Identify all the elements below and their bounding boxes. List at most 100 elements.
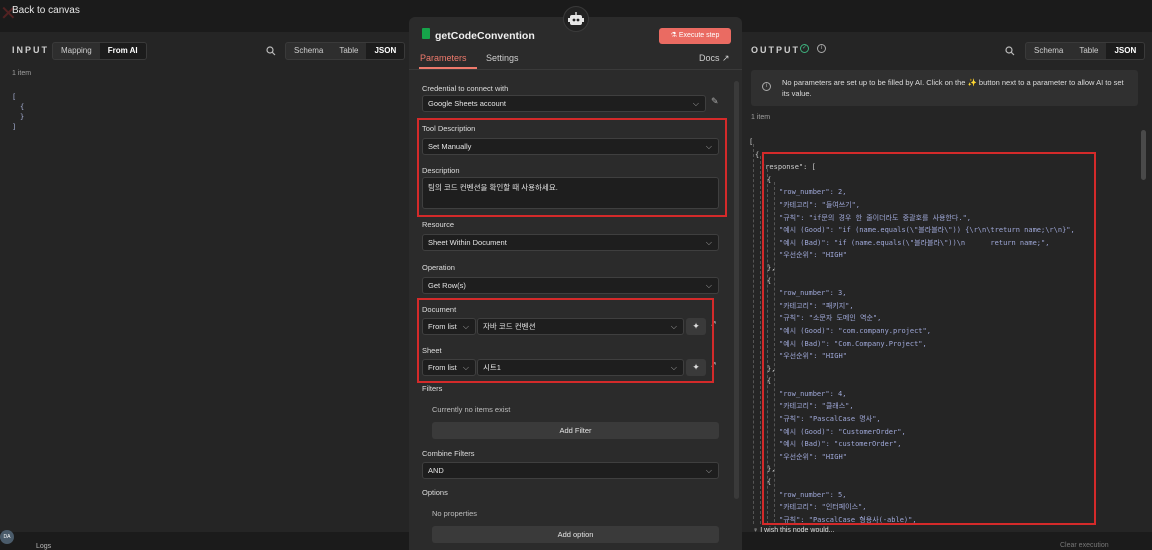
json-line: "response": [ [761,163,816,172]
output-title: OUTPUT [751,45,800,55]
operation-label: Operation [422,263,455,272]
credential-select[interactable]: Google Sheets account ⌵ [422,95,706,112]
json-line: "row_number": 5, [779,490,847,499]
json-line: { [767,276,772,285]
from-ai-tab[interactable]: From AI [99,43,146,59]
input-item-count: 1 item [12,70,32,77]
ai-sparkle-icon[interactable]: ✦ [686,318,706,335]
json-line: "카테고리": "클래스", [779,402,854,411]
feedback-label: I wish this node would... [760,527,835,534]
json-view-tab[interactable]: JSON [366,43,405,59]
json-line: "우선순위": "HIGH" [779,452,847,461]
json-line: "규칙": "소문자 도메인 역순", [779,314,882,323]
json-line: { [755,150,760,159]
input-mode-switch: Mapping From AI [52,42,147,60]
resource-label: Resource [422,220,455,229]
document-mode-value: From list [428,322,457,331]
logs-label[interactable]: Logs [36,543,51,550]
json-line: ] [12,123,17,131]
search-icon[interactable] [266,46,276,56]
tab-parameters[interactable]: Parameters [420,53,467,63]
json-line: { [767,478,772,487]
json-line: "예시 (Bad)": "if (name.equals(\"블라블라\"))\… [779,238,1050,247]
sheet-mode-select[interactable]: From list ⌵ [422,359,476,376]
filters-label: Filters [422,384,443,393]
description-textarea[interactable]: 팀의 코드 컨벤션을 확인할 때 사용하세요. [422,177,719,209]
table-view-tab[interactable]: Table [1071,43,1106,59]
table-view-tab[interactable]: Table [331,43,366,59]
document-mode-select[interactable]: From list ⌵ [422,318,476,335]
search-icon[interactable] [1005,46,1015,56]
chevron-down-icon: ⌵ [705,238,712,247]
operation-select[interactable]: Get Row(s) ⌵ [422,277,719,294]
operation-value: Get Row(s) [428,281,466,290]
json-line: "예시 (Good)": "if (name.equals(\"블라블라\"))… [779,226,1075,235]
node-scrollbar[interactable] [734,81,739,499]
json-line: { [767,377,772,386]
options-label: Options [422,488,448,497]
json-line: { [20,103,25,111]
document-select[interactable]: 자바 코드 컨벤션 ⌵ [477,318,684,335]
input-view-switch: Schema Table JSON [285,42,406,60]
document-value: 자바 코드 컨벤션 [483,322,536,331]
docs-link[interactable]: Docs ↗ [699,53,730,64]
json-line: [ [12,93,17,101]
json-line: "예시 (Good)": "CustomerOrder", [779,427,906,436]
input-title: INPUT [12,45,49,55]
sheet-select[interactable]: 시트1 ⌵ [477,359,684,376]
combine-filters-select[interactable]: AND ⌵ [422,462,719,479]
tool-description-select[interactable]: Set Manually ⌵ [422,138,719,155]
chevron-down-icon: ⌵ [705,466,712,475]
external-link-icon[interactable]: ↗ [710,319,717,328]
execute-step-label: Execute step [678,32,720,39]
chevron-down-icon: ⌵ [692,99,699,108]
chevron-down-icon: ⌵ [705,142,712,151]
tab-settings[interactable]: Settings [486,53,519,63]
add-option-button[interactable]: Add option [432,526,719,543]
json-line: "규칙": "PascalCase 명사", [779,415,881,424]
user-avatar[interactable]: DA [0,530,14,544]
json-line: }, [767,465,776,474]
sheet-label: Sheet [422,346,442,355]
json-line: }, [767,364,776,373]
feedback-link[interactable]: ♀ I wish this node would... [753,527,835,534]
input-panel: INPUT Mapping From AI Schema Table JSON … [0,32,412,532]
schema-view-tab[interactable]: Schema [1026,43,1071,59]
info-icon[interactable]: i [817,44,826,53]
node-parameters-panel: getCodeConvention ⚗ Execute step Paramet… [409,17,742,550]
output-scrollbar[interactable] [1141,130,1146,180]
execute-step-button[interactable]: ⚗ Execute step [659,28,731,44]
edit-pencil-icon[interactable]: ✎ [711,96,719,107]
clear-execution-button[interactable]: Clear execution [1060,542,1109,549]
json-line: "row_number": 4, [779,389,847,398]
external-link-icon[interactable]: ↗ [710,360,717,369]
options-empty-text: No properties [432,509,478,518]
json-view-tab[interactable]: JSON [1106,43,1145,59]
back-to-canvas-link[interactable]: Back to canvas [12,5,80,16]
ai-notice-text: No parameters are set up to be filled by… [782,78,1124,98]
ai-agent-robot-icon [563,6,589,32]
tool-description-label: Tool Description [422,124,476,133]
resource-select[interactable]: Sheet Within Document ⌵ [422,234,719,251]
ai-notice: i No parameters are set up to be filled … [751,70,1138,106]
node-title[interactable]: getCodeConvention [435,30,535,42]
json-line: "카테고리": "인터페이스", [779,503,867,512]
json-line: "예시 (Good)": "com.company.project", [779,326,931,335]
json-line: "row_number": 3, [779,289,847,298]
output-panel: OUTPUT ✓ i Schema Table JSON i No parame… [741,32,1152,532]
schema-view-tab[interactable]: Schema [286,43,331,59]
ai-sparkle-icon[interactable]: ✦ [686,359,706,376]
sheet-mode-value: From list [428,363,457,372]
json-line: "예시 (Bad)": "customerOrder", [779,440,902,449]
json-line: "규칙": "if문의 경우 한 줄이더라도 중괄호를 사용한다.", [779,213,972,222]
json-line: "규칙": "PascalCase 형용사(-able)", [779,515,917,524]
chevron-down-icon: ⌵ [670,322,677,331]
json-line: "카테고리": "들여쓰기", [779,200,861,209]
tab-divider [409,69,742,70]
credential-value: Google Sheets account [428,99,506,108]
mapping-tab[interactable]: Mapping [53,43,100,59]
json-line: [ [749,138,754,146]
chevron-down-icon: ⌵ [705,281,712,290]
json-line: "우선순위": "HIGH" [779,251,847,260]
add-filter-button[interactable]: Add Filter [432,422,719,439]
